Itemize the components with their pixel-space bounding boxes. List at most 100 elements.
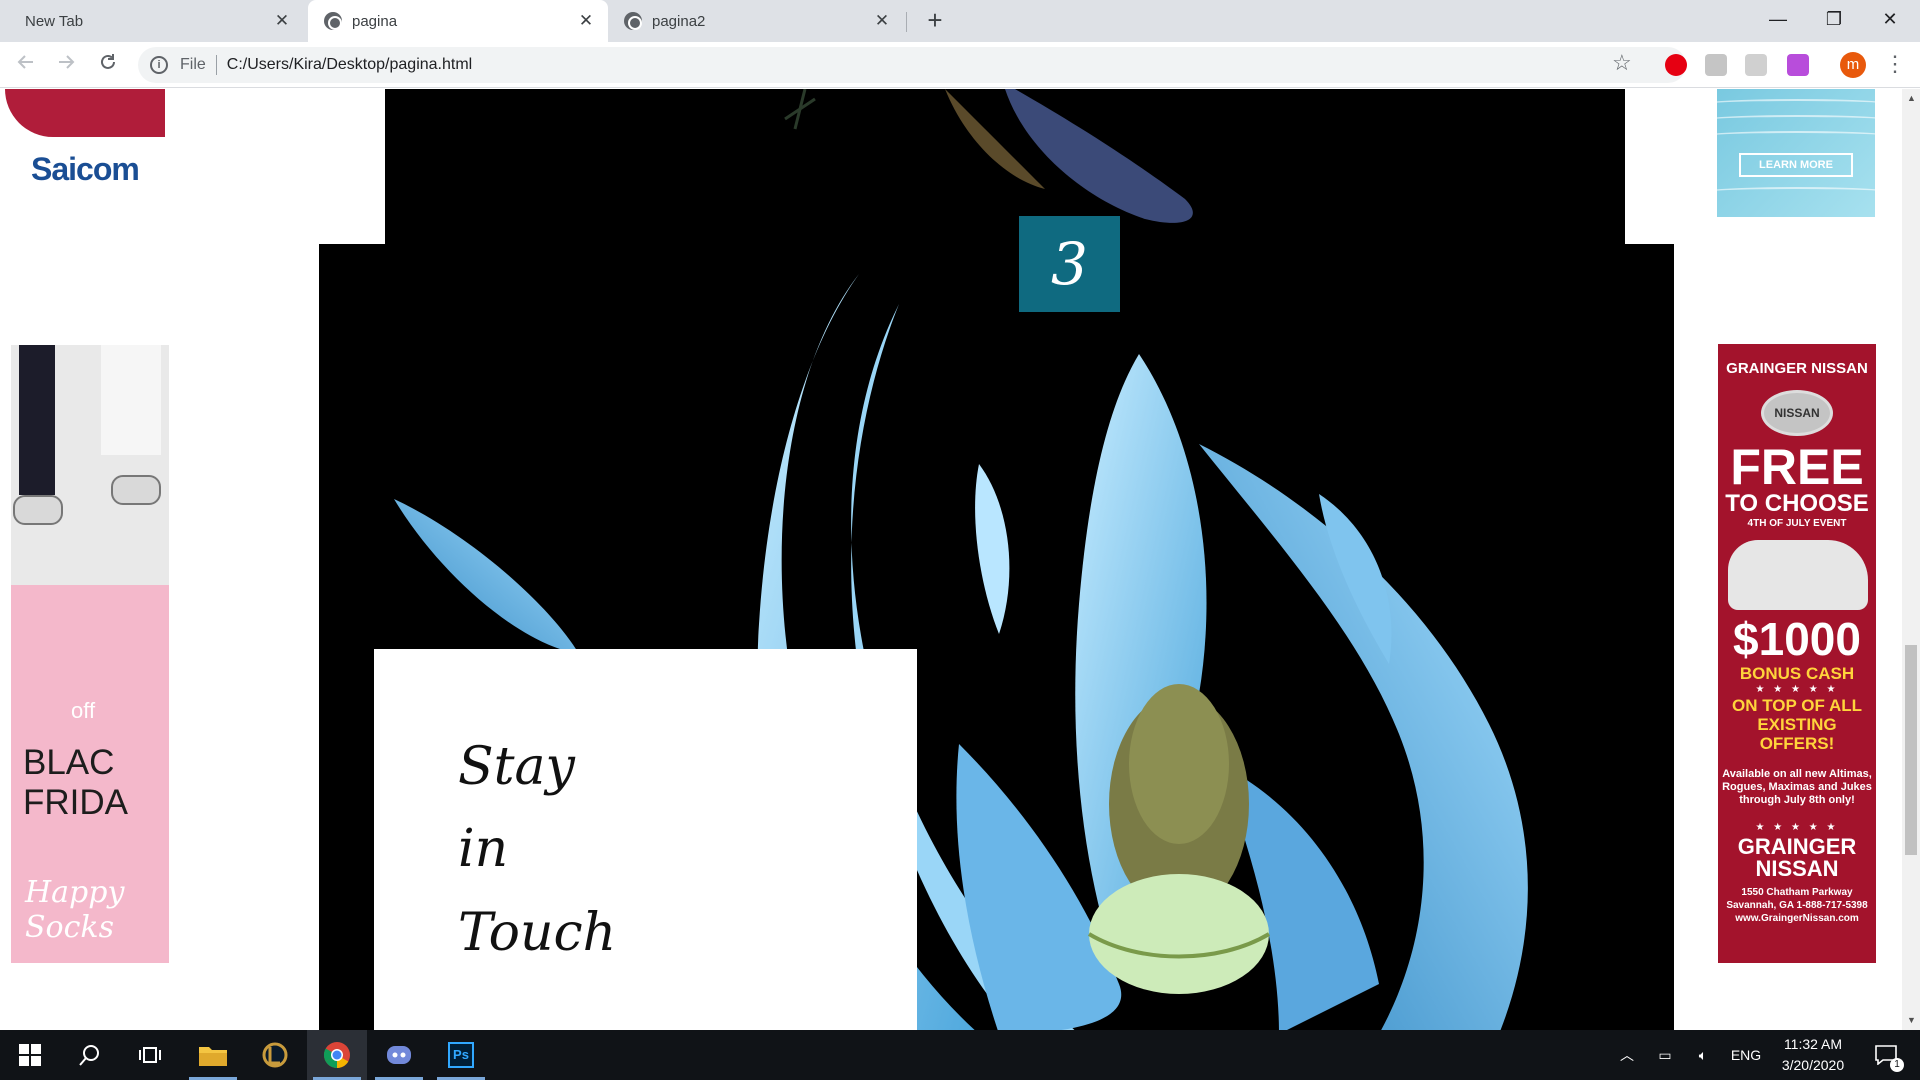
chrome-button[interactable] <box>307 1030 367 1080</box>
shoe-image <box>13 495 63 525</box>
ad-on-top-text: ON TOP OF ALL EXISTING OFFERS! <box>1731 696 1863 753</box>
nissan-logo: NISSAN <box>1761 390 1833 436</box>
search-icon <box>79 1045 99 1066</box>
show-hidden-icons-chevron-icon[interactable]: ︿ <box>1612 1030 1642 1080</box>
ad-bf-line-1: BLAC <box>23 743 115 782</box>
reload-button[interactable] <box>92 49 124 81</box>
url-text[interactable]: C:/Users/Kira/Desktop/pagina.html <box>227 56 472 74</box>
send-extension-icon[interactable] <box>1787 54 1809 76</box>
scrollbar-thumb[interactable] <box>1905 645 1917 855</box>
tab-title: New Tab <box>25 12 84 30</box>
discord-button[interactable] <box>369 1030 429 1080</box>
tab-strip: New Tab ✕ pagina ✕ pagina2 ✕ + — ❐ ✕ <box>0 0 1920 42</box>
ad-happy-socks[interactable]: off BLAC FRIDA Happy Socks <box>11 345 169 963</box>
ad-black-friday-text: BLAC FRIDA <box>23 743 128 823</box>
windows-taskbar: Ps ︿ ▭ 🔈︎ ENG 11:32 AM 3/20/2020 1 <box>0 1030 1920 1080</box>
tab-pagina2[interactable]: pagina2 ✕ <box>608 0 904 42</box>
file-explorer-button[interactable] <box>183 1030 243 1080</box>
car-image <box>1728 540 1868 610</box>
scroll-up-arrow-icon[interactable]: ▲ <box>1907 93 1916 103</box>
action-center-button[interactable]: 1 <box>1866 1030 1906 1080</box>
stay-in-touch-line-2: in <box>458 819 509 879</box>
photoshop-button[interactable]: Ps <box>431 1030 491 1080</box>
ad-free-text: FREE <box>1730 439 1864 495</box>
ad-to-choose-text: TO CHOOSE <box>1725 490 1869 517</box>
happy-socks-logo: Happy Socks <box>25 875 125 945</box>
extension-icon[interactable] <box>1705 54 1727 76</box>
globe-icon <box>324 12 342 30</box>
tab-title: pagina2 <box>652 12 706 30</box>
hero-image-previous <box>385 89 1625 245</box>
clock-time: 11:32 AM <box>1783 1036 1843 1052</box>
ad-dealer-name: GRAINGER NISSAN <box>1737 834 1857 881</box>
clock-date: 3/20/2020 <box>1781 1057 1845 1073</box>
tab-new-tab[interactable]: New Tab ✕ <box>8 0 304 42</box>
restore-button[interactable]: ❐ <box>1806 0 1862 38</box>
new-tab-button[interactable]: + <box>920 6 950 36</box>
tab-pagina[interactable]: pagina ✕ <box>308 0 608 42</box>
ad-bonus-text: BONUS CASH <box>1739 664 1855 683</box>
bookmark-star-icon[interactable]: ☆ <box>1612 50 1632 76</box>
stay-in-touch-card: Stay in Touch <box>374 649 917 1030</box>
ad-saicom[interactable]: Saicom <box>5 89 165 199</box>
adblock-extension-icon[interactable] <box>1665 54 1687 76</box>
forward-arrow-icon <box>59 55 75 69</box>
league-of-legends-icon <box>262 1042 288 1068</box>
chrome-icon <box>323 1042 350 1069</box>
volume-icon[interactable]: 🔈︎ <box>1688 1030 1718 1080</box>
reload-icon <box>101 54 115 69</box>
ad-wave <box>1717 99 1875 111</box>
tab-separator <box>906 12 907 32</box>
page-viewport: 3 Stay in Touch Saicom LEARN MORE off BL… <box>0 89 1902 1030</box>
ad-grainger-nissan[interactable]: GRAINGER NISSAN NISSAN FREE TO CHOOSE 4T… <box>1718 344 1876 963</box>
league-of-legends-button[interactable] <box>245 1030 305 1080</box>
windows-logo-icon <box>19 1044 41 1066</box>
learn-more-button[interactable]: LEARN MORE <box>1739 153 1853 177</box>
ad-learn-more[interactable]: LEARN MORE <box>1717 89 1875 217</box>
close-window-button[interactable]: ✕ <box>1862 0 1918 38</box>
ad-off-text: off <box>71 698 96 723</box>
ad-leg <box>19 345 55 495</box>
omnibox-divider <box>215 55 217 75</box>
address-bar[interactable]: i File C:/Users/Kira/Desktop/pagina.html <box>138 47 1686 83</box>
minimize-button[interactable]: — <box>1750 0 1806 38</box>
notification-count-badge: 1 <box>1890 1058 1904 1072</box>
task-view-button[interactable] <box>120 1030 180 1080</box>
ad-address: 1550 Chatham Parkway Savannah, GA 1-888-… <box>1726 887 1868 924</box>
profile-avatar[interactable]: m <box>1840 52 1866 78</box>
ad-wave <box>1717 187 1875 199</box>
close-tab-icon[interactable]: ✕ <box>870 11 894 31</box>
scheme-label: File <box>180 56 206 73</box>
browser-toolbar: i File C:/Users/Kira/Desktop/pagina.html… <box>0 42 1920 88</box>
close-tab-icon[interactable]: ✕ <box>270 11 294 31</box>
task-view-icon <box>139 1047 161 1063</box>
ad-wave <box>1717 115 1875 127</box>
leaf-image <box>784 89 1193 223</box>
ad-leg <box>101 345 161 455</box>
system-clock[interactable]: 11:32 AM 3/20/2020 <box>1768 1034 1858 1076</box>
pdf-extension-icon[interactable] <box>1745 54 1767 76</box>
start-button[interactable] <box>0 1030 60 1080</box>
back-button[interactable] <box>10 49 42 81</box>
slide-number-badge: 3 <box>1019 216 1120 312</box>
ad-bf-line-2: FRIDA <box>23 783 128 822</box>
back-arrow-icon <box>17 55 33 69</box>
discord-icon <box>387 1046 411 1064</box>
battery-icon[interactable]: ▭ <box>1650 1030 1680 1080</box>
close-tab-icon[interactable]: ✕ <box>574 11 598 31</box>
ad-stars: ★ ★ ★ ★ ★ <box>1755 684 1839 695</box>
ad-fine-print: Available on all new Altimas, Rogues, Ma… <box>1722 768 1872 806</box>
info-icon[interactable]: i <box>150 56 168 74</box>
scroll-down-arrow-icon[interactable]: ▼ <box>1907 1015 1916 1025</box>
page-scrollbar[interactable]: ▲ ▼ <box>1902 89 1920 1030</box>
menu-kebab-icon[interactable]: ⋮ <box>1884 50 1906 78</box>
taskbar-search-button[interactable] <box>60 1030 120 1080</box>
stay-in-touch-line-3: Touch <box>458 903 617 963</box>
ad-header: GRAINGER NISSAN <box>1726 360 1868 377</box>
ad-wave <box>1717 131 1875 143</box>
globe-icon <box>624 12 642 30</box>
forward-button[interactable] <box>50 49 82 81</box>
tab-title: pagina <box>352 12 398 30</box>
language-indicator[interactable]: ENG <box>1726 1030 1766 1080</box>
photoshop-icon: Ps <box>448 1042 474 1068</box>
